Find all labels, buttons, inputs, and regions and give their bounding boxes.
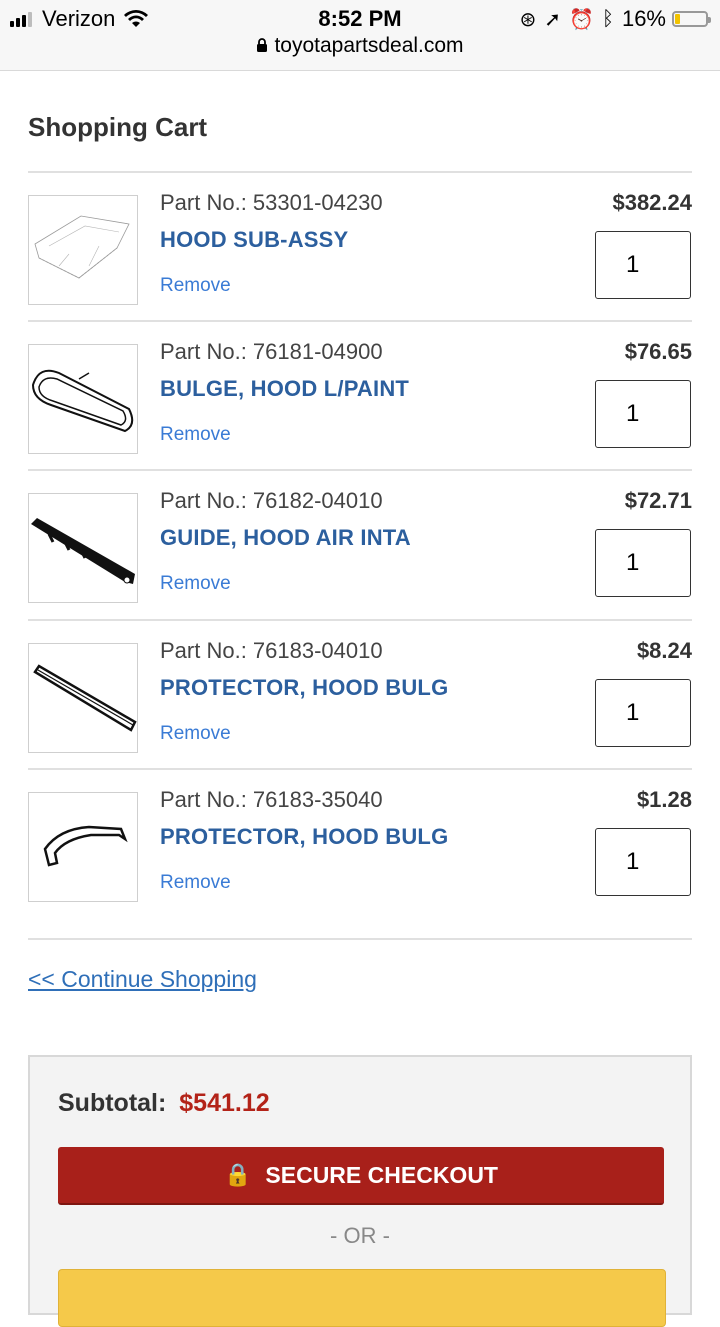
- address-bar[interactable]: toyotapartsdeal.com: [0, 34, 720, 58]
- product-link[interactable]: GUIDE, HOOD AIR INTA: [160, 525, 411, 551]
- item-price: $8.24: [636, 638, 692, 663]
- part-number: Part No.: 53301-04230: [160, 190, 383, 215]
- checkout-label: SECURE CHECKOUT: [265, 1161, 498, 1188]
- status-right: ⊛ ➚ ⏰ ᛒ 16%: [512, 6, 711, 32]
- cart-item: Part No.: 76181-04900 BULGE, HOOD L/PAIN…: [0, 321, 720, 470]
- location-icon: ➚: [544, 8, 562, 31]
- continue-shopping-link[interactable]: << Continue Shopping: [28, 966, 257, 993]
- product-link[interactable]: HOOD SUB-ASSY: [160, 227, 348, 253]
- cart-item: Part No.: 76183-35040 PROTECTOR, HOOD BU…: [0, 769, 720, 918]
- rotation-lock-icon: ⊛: [519, 8, 537, 31]
- quantity-input[interactable]: 1: [595, 679, 691, 747]
- subtotal-label: Subtotal:: [58, 1089, 167, 1117]
- quantity-input[interactable]: 1: [595, 231, 691, 299]
- part-number: Part No.: 76181-04900: [160, 339, 383, 364]
- remove-link[interactable]: Remove: [160, 723, 231, 745]
- part-number: Part No.: 76183-04010: [160, 638, 383, 663]
- protector-strip-part-image[interactable]: [28, 643, 138, 753]
- lock-icon: [257, 38, 268, 52]
- secure-checkout-button[interactable]: 🔒 SECURE CHECKOUT: [58, 1147, 664, 1205]
- subtotal-value: $541.12: [179, 1089, 270, 1117]
- item-price: $72.71: [624, 488, 692, 513]
- or-separator: - OR -: [330, 1223, 390, 1248]
- quantity-input[interactable]: 1: [595, 380, 691, 448]
- order-summary: Subtotal: $541.12 🔒 SECURE CHECKOUT - OR…: [28, 1055, 692, 1327]
- product-link[interactable]: PROTECTOR, HOOD BULG: [160, 675, 448, 701]
- hood-bulge-part-image[interactable]: [28, 344, 138, 454]
- alarm-icon: ⏰: [569, 8, 594, 31]
- item-price: $76.65: [624, 339, 692, 364]
- quantity-input[interactable]: 1: [595, 828, 691, 896]
- product-link[interactable]: PROTECTOR, HOOD BULG: [160, 824, 448, 850]
- air-intake-guide-part-image[interactable]: [28, 493, 138, 603]
- product-link[interactable]: BULGE, HOOD L/PAINT: [160, 376, 409, 402]
- hood-part-image[interactable]: [28, 195, 138, 305]
- quantity-input[interactable]: 1: [595, 529, 691, 597]
- padlock-icon: 🔒: [224, 1162, 252, 1187]
- remove-link[interactable]: Remove: [160, 573, 231, 595]
- protector-bracket-part-image[interactable]: [28, 792, 138, 902]
- item-price: $382.24: [612, 190, 692, 215]
- cart-item: Part No.: 76182-04010 GUIDE, HOOD AIR IN…: [0, 470, 720, 619]
- battery-icon: [672, 11, 711, 27]
- cart-item: Part No.: 76183-04010 PROTECTOR, HOOD BU…: [0, 620, 720, 769]
- part-number: Part No.: 76182-04010: [160, 488, 383, 513]
- remove-link[interactable]: Remove: [160, 424, 231, 446]
- part-number: Part No.: 76183-35040: [160, 787, 383, 812]
- remove-link[interactable]: Remove: [160, 872, 231, 894]
- divider: [28, 938, 692, 940]
- battery-percent: 16%: [621, 6, 666, 31]
- subtotal: Subtotal: $541.12: [58, 1089, 270, 1118]
- page-title: Shopping Cart: [28, 112, 208, 142]
- bluetooth-icon: ᛒ: [601, 7, 614, 30]
- url-text: toyotapartsdeal.com: [274, 34, 464, 57]
- status-bar: Verizon 8:52 PM ⊛ ➚ ⏰ ᛒ 16% toyotapartsd…: [0, 0, 720, 71]
- cart-item: Part No.: 53301-04230 HOOD SUB-ASSY Remo…: [0, 172, 720, 321]
- item-price: $1.28: [636, 787, 692, 812]
- remove-link[interactable]: Remove: [160, 275, 231, 297]
- alternate-checkout-button[interactable]: [58, 1269, 666, 1327]
